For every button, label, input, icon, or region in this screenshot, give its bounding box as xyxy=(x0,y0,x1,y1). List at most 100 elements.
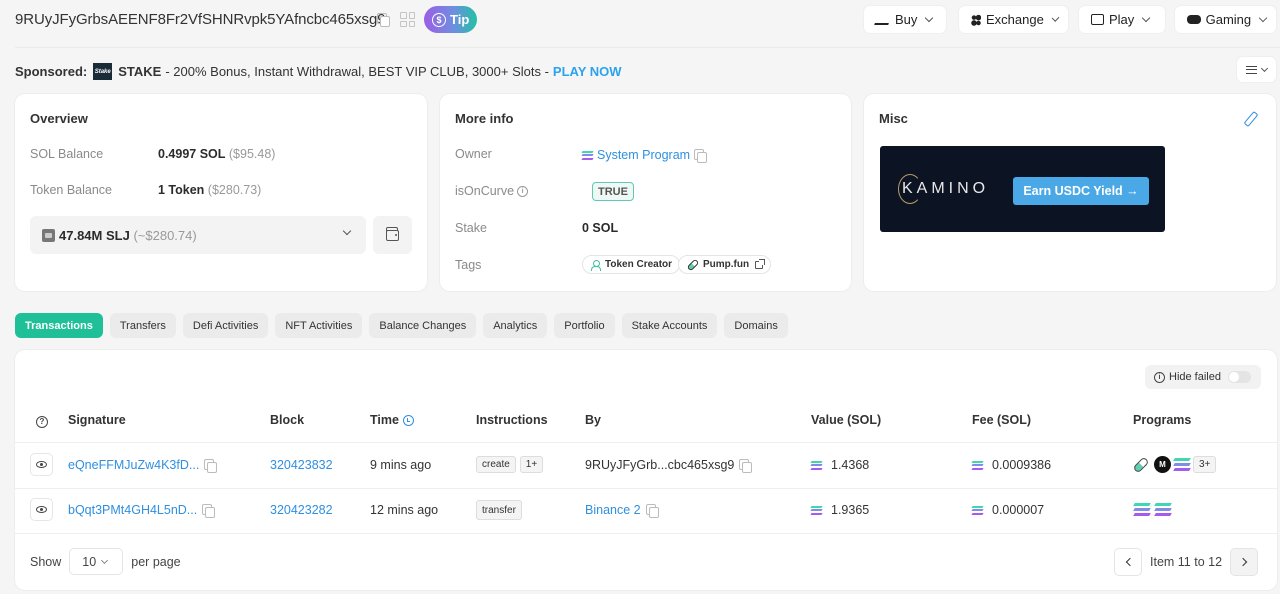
view-options-button[interactable] xyxy=(1237,57,1276,82)
hide-failed-toggle[interactable] xyxy=(1228,371,1251,383)
block-link[interactable]: 320423282 xyxy=(270,503,333,517)
fee-cell: 0.0009386 xyxy=(971,458,1051,472)
solana-icon[interactable] xyxy=(1173,458,1191,471)
chevron-left-icon xyxy=(1125,557,1134,567)
question-icon: ? xyxy=(36,416,48,428)
view-details-button[interactable] xyxy=(30,498,53,521)
fee-cell: 0.000007 xyxy=(971,503,1044,517)
col-signature: Signature xyxy=(68,413,126,427)
tag-token-creator[interactable]: Token Creator xyxy=(582,255,681,274)
nav-play-label: Play xyxy=(1109,12,1135,27)
qr-code-icon[interactable] xyxy=(400,12,415,27)
instruction-more-badge[interactable]: 1+ xyxy=(519,456,544,473)
exchange-icon xyxy=(971,13,981,26)
time-cell: 9 mins ago xyxy=(370,458,432,472)
dollar-coin-icon: $ xyxy=(432,12,446,27)
tab-transfers[interactable]: Transfers xyxy=(109,313,176,338)
copy-icon[interactable] xyxy=(377,13,390,27)
person-icon xyxy=(591,259,601,271)
instructions-cell: create 1+ xyxy=(476,456,544,473)
stake-amount: 0 SOL xyxy=(582,221,619,235)
instruction-badge[interactable]: transfer xyxy=(476,500,522,520)
row-divider xyxy=(15,533,1277,534)
by-cell: 9RUyJFyGrb...cbc465xsg9 xyxy=(585,458,753,473)
copy-icon[interactable] xyxy=(202,503,216,518)
tab-defi-activities[interactable]: Defi Activities xyxy=(182,313,269,338)
signature-link[interactable]: bQqt3PMt4GH4L5nD... xyxy=(68,503,197,517)
tab-portfolio[interactable]: Portfolio xyxy=(554,313,615,338)
gamepad-icon xyxy=(1187,15,1201,24)
tab-analytics[interactable]: Analytics xyxy=(483,313,548,338)
more-info-title: More info xyxy=(455,111,514,126)
pump-pill-icon[interactable] xyxy=(1132,456,1150,473)
show-label: Show xyxy=(30,554,62,569)
sponsored-brand[interactable]: STAKE xyxy=(118,64,161,79)
sol-balance-usd: ($95.48) xyxy=(228,147,276,161)
col-instructions: Instructions xyxy=(476,413,548,427)
per-page-select[interactable]: 10 xyxy=(69,548,124,575)
solana-icon xyxy=(810,505,823,515)
play-icon xyxy=(1091,14,1104,25)
earn-usdc-yield-button[interactable]: Earn USDC Yield → xyxy=(1013,177,1149,205)
view-details-button[interactable] xyxy=(30,453,53,476)
chevron-down-icon xyxy=(1258,13,1268,23)
owner-link[interactable]: System Program xyxy=(597,148,690,162)
tab-nft-activities[interactable]: NFT Activities xyxy=(275,313,363,338)
info-icon[interactable]: i xyxy=(517,186,529,198)
kamino-logo: KAMINO xyxy=(897,174,990,204)
misc-title: Misc xyxy=(879,111,908,126)
external-link-icon xyxy=(755,258,766,269)
tab-stake-accounts[interactable]: Stake Accounts xyxy=(621,313,718,338)
signature-link[interactable]: eQneFFMJuZw4K3fD... xyxy=(68,458,199,472)
eye-icon xyxy=(36,506,47,513)
col-time[interactable]: Time xyxy=(370,413,414,427)
nav-play-button[interactable]: Play xyxy=(1079,6,1165,33)
block-link[interactable]: 320423832 xyxy=(270,458,333,472)
dark-m-icon[interactable]: M xyxy=(1154,456,1171,473)
per-page-value: 10 xyxy=(82,554,97,569)
time-cell: 12 mins ago xyxy=(370,503,439,517)
tip-button[interactable]: $ Tip xyxy=(424,6,477,33)
col-programs: Programs xyxy=(1133,413,1192,427)
kamino-ad-banner[interactable]: KAMINO Earn USDC Yield → xyxy=(880,146,1165,232)
instruction-badge[interactable]: create xyxy=(476,456,516,473)
clock-icon[interactable] xyxy=(402,415,414,427)
hide-failed-filter: i Hide failed xyxy=(1145,365,1261,389)
by-address[interactable]: 9RUyJFyGrb...cbc465xsg9 xyxy=(585,458,734,472)
nav-buy-button[interactable]: Buy xyxy=(864,6,946,33)
copy-icon[interactable] xyxy=(645,503,659,518)
nav-exchange-button[interactable]: Exchange xyxy=(959,6,1068,33)
chevron-down-icon xyxy=(342,226,352,236)
tab-balance-changes[interactable]: Balance Changes xyxy=(369,313,477,338)
next-page-button[interactable] xyxy=(1230,548,1259,576)
is-on-curve-label: isOnCurve i xyxy=(455,184,529,198)
token-holdings-select[interactable]: 47.84M SLJ (~$280.74) xyxy=(30,216,366,254)
account-tabs: Transactions Transfers Defi Activities N… xyxy=(15,313,788,338)
play-now-link[interactable]: PLAY NOW xyxy=(553,64,622,79)
copy-icon[interactable] xyxy=(739,458,753,473)
programs-more-badge[interactable]: 3+ xyxy=(1193,456,1217,473)
col-time-label: Time xyxy=(370,413,399,427)
by-cell: Binance 2 xyxy=(585,503,659,518)
solana-icon xyxy=(971,460,984,470)
col-by: By xyxy=(585,413,601,427)
tab-domains[interactable]: Domains xyxy=(724,313,788,338)
solana-icon[interactable] xyxy=(1133,503,1151,516)
by-link[interactable]: Binance 2 xyxy=(585,503,641,517)
page-size-control: Show 10 per page xyxy=(30,548,181,575)
copy-icon[interactable] xyxy=(204,458,218,473)
solana-icon[interactable] xyxy=(1154,503,1172,516)
portfolio-wallet-button[interactable] xyxy=(373,216,412,254)
copy-icon[interactable] xyxy=(694,148,708,163)
tab-transactions[interactable]: Transactions xyxy=(15,313,103,338)
tag-pump-fun[interactable]: Pump.fun xyxy=(678,255,772,274)
tag-label: Token Creator xyxy=(605,259,673,270)
value-cell: 1.9365 xyxy=(810,503,869,517)
pencil-icon[interactable] xyxy=(1244,111,1256,127)
nav-gaming-button[interactable]: Gaming xyxy=(1175,6,1276,33)
owner-label: Owner xyxy=(455,147,492,161)
more-info-card: More info Owner System Program isOnCurve… xyxy=(440,94,851,291)
token-balance-label: Token Balance xyxy=(30,183,113,197)
help-column[interactable]: ? xyxy=(36,413,48,428)
prev-page-button[interactable] xyxy=(1114,548,1142,576)
